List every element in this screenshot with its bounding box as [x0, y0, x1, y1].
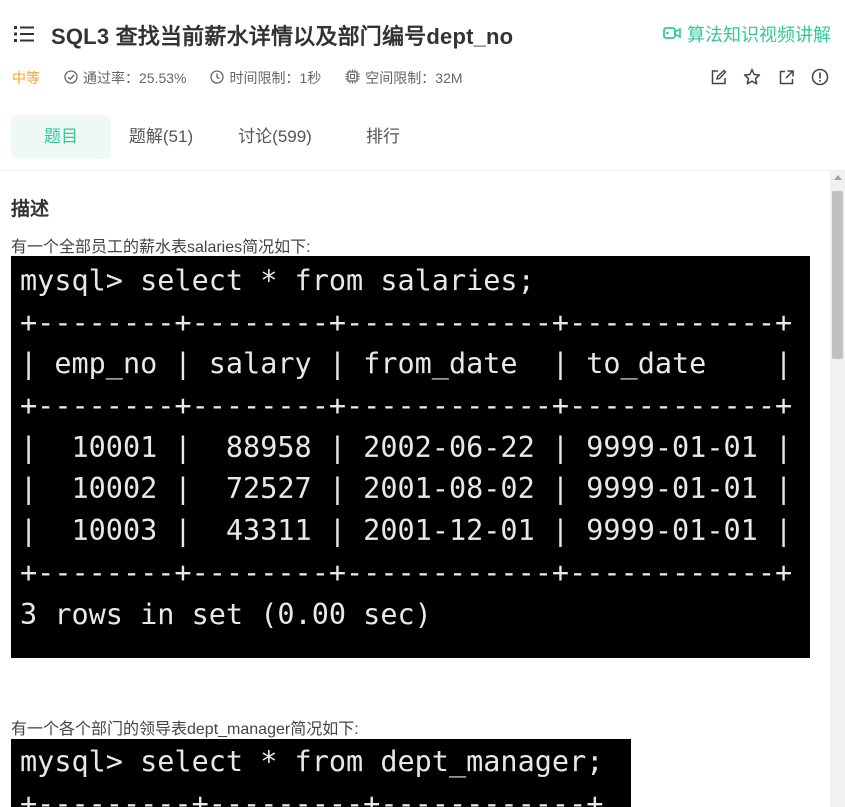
section-title: 描述: [11, 199, 50, 220]
terminal-line: +--------+--------+------------+--------…: [20, 305, 793, 339]
time-limit-text: 时间限制：1秒: [229, 70, 322, 86]
problem-description: 描述 有一个全部员工的薪水表salaries简况如下: mysql> selec…: [0, 171, 830, 807]
problem-meta: 中等 通过率：25.53% 时间限制：1秒 空间限制：32M: [12, 68, 487, 88]
star-icon[interactable]: [743, 68, 761, 86]
tab-discussion[interactable]: 讨论(599): [219, 115, 331, 159]
difficulty-badge: 中等: [12, 70, 40, 86]
tab-ranking[interactable]: 排行: [343, 115, 423, 159]
salaries-terminal-image: mysql> select * from salaries; +--------…: [11, 256, 810, 658]
alert-icon[interactable]: [811, 68, 829, 86]
scrollbar-thumb[interactable]: [832, 191, 843, 359]
terminal-line: 3 rows in set (0.00 sec): [20, 597, 432, 631]
tab-solutions[interactable]: 题解(51): [111, 115, 211, 159]
check-circle-icon: [64, 69, 83, 87]
terminal-line: +--------+--------+------------+--------…: [20, 389, 793, 423]
terminal-line: mysql> select * from salaries;: [20, 264, 535, 297]
problem-tabs: 题目 题解(51) 讨论(599) 排行: [11, 115, 423, 159]
pass-rate-text: 通过率：25.53%: [83, 70, 187, 86]
video-explain-link[interactable]: 算法知识视频讲解: [663, 21, 831, 47]
problem-actions: [693, 68, 829, 86]
dept-manager-terminal-image: mysql> select * from dept_manager; +----…: [11, 739, 631, 807]
pass-rate: 通过率：25.53%: [64, 68, 186, 88]
clock-icon: [210, 69, 229, 87]
content-scrollbar[interactable]: [830, 171, 845, 807]
terminal-line: | 10003 | 43311 | 2001-12-01 | 9999-01-0…: [20, 514, 793, 548]
page-title: SQL3 查找当前薪水详情以及部门编号dept_no: [51, 24, 514, 49]
edit-icon[interactable]: [709, 68, 727, 86]
terminal-line: | emp_no | salary | from_date | to_date …: [20, 347, 793, 381]
video-explain-label: 算法知识视频讲解: [687, 25, 831, 45]
terminal-line: +--------+--------+------------+--------…: [20, 555, 793, 589]
terminal-line: mysql> select * from dept_manager;: [20, 745, 604, 778]
menu-icon[interactable]: [14, 25, 34, 43]
description-text-salaries: 有一个全部员工的薪水表salaries简况如下:: [11, 239, 311, 256]
terminal-line: | 10002 | 72527 | 2001-08-02 | 9999-01-0…: [20, 472, 793, 506]
scroll-up-arrow-icon[interactable]: [834, 175, 842, 180]
share-icon[interactable]: [777, 68, 795, 86]
space-limit: 空间限制：32M: [345, 68, 463, 88]
terminal-line: | 10001 | 88958 | 2002-06-22 | 9999-01-0…: [20, 430, 793, 464]
chip-icon: [345, 69, 365, 87]
video-icon: [663, 24, 687, 45]
space-limit-text: 空间限制：32M: [365, 70, 463, 86]
problem-header: SQL3 查找当前薪水详情以及部门编号dept_no 算法知识视频讲解 中等 通…: [0, 0, 845, 170]
description-text-dept-manager: 有一个各个部门的领导表dept_manager简况如下:: [11, 721, 359, 738]
terminal-line: +---------+---------+------------+: [20, 786, 604, 807]
time-limit: 时间限制：1秒: [210, 68, 321, 88]
tab-problem[interactable]: 题目: [11, 115, 111, 159]
